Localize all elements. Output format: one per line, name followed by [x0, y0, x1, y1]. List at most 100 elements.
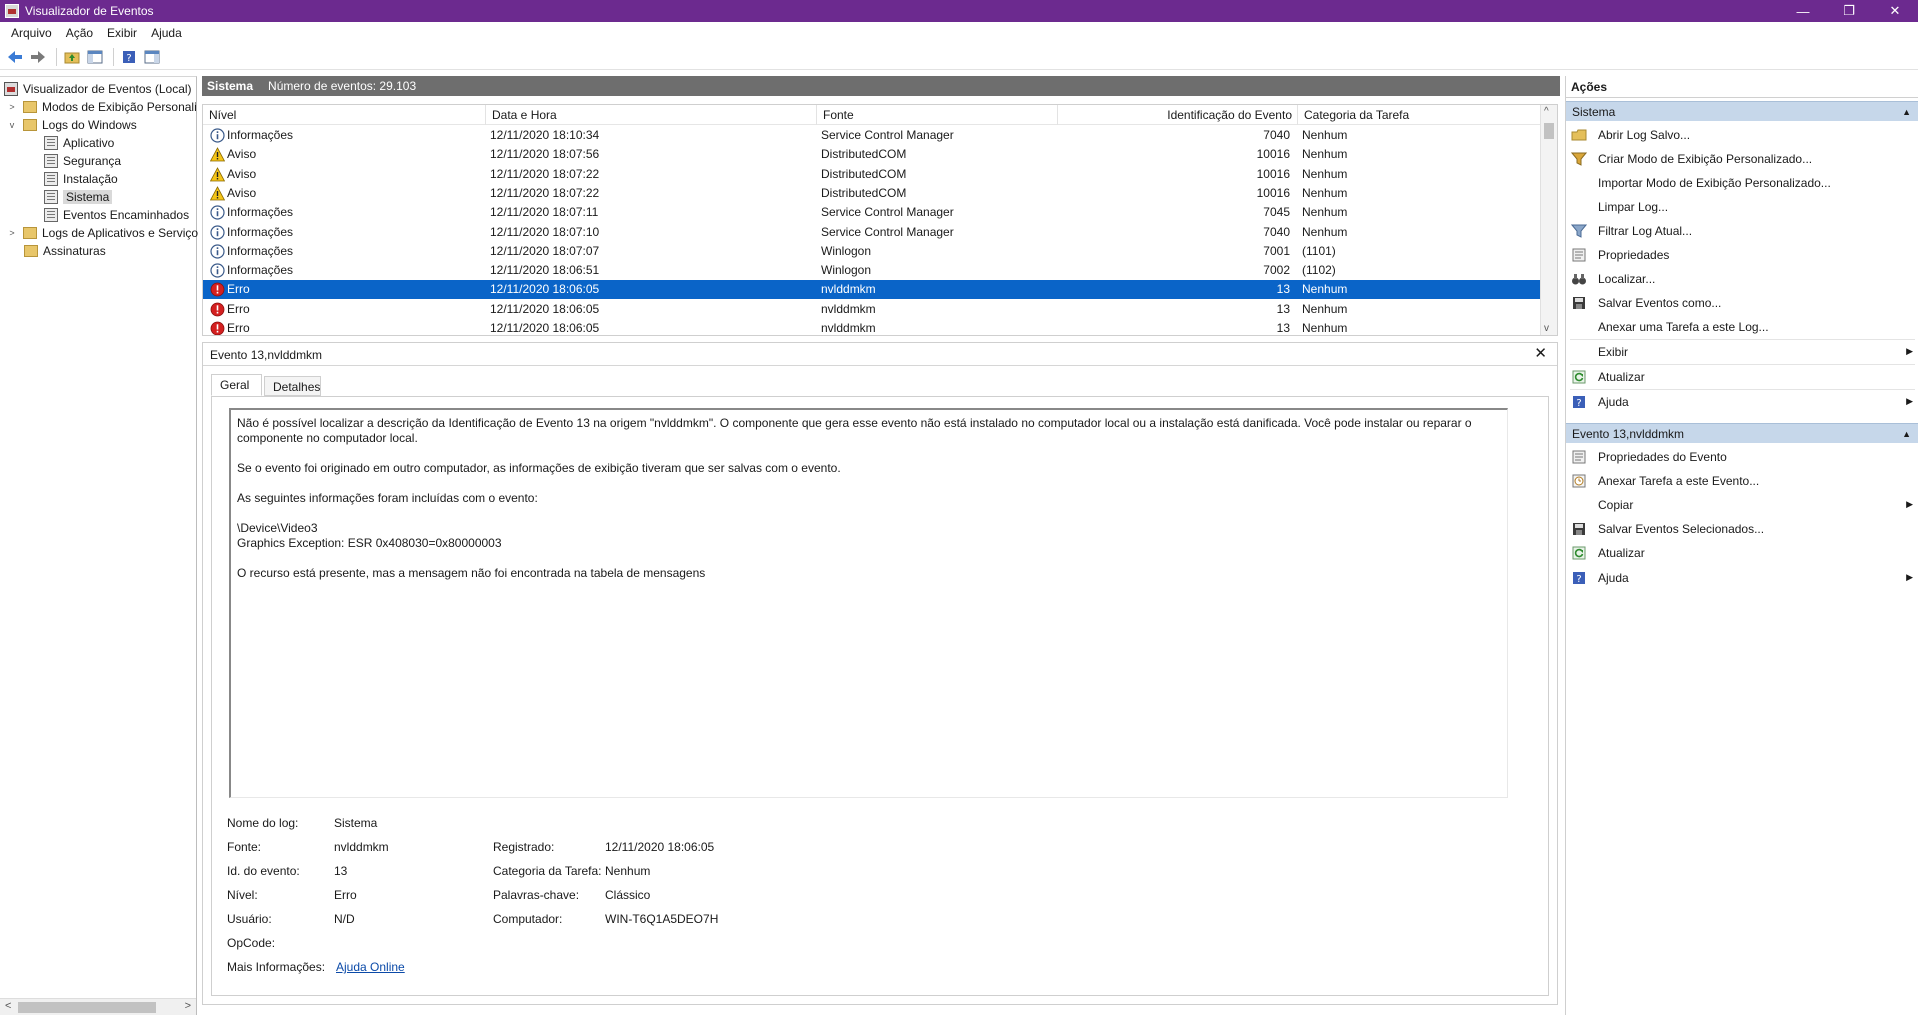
- action-ajuda[interactable]: ? Ajuda ▶: [1566, 392, 1918, 412]
- value-task-category: Nenhum: [605, 864, 651, 878]
- scroll-down-icon[interactable]: v: [1544, 323, 1549, 334]
- cell-categoria: Nenhum: [1302, 282, 1348, 297]
- action-limpar-log[interactable]: Limpar Log...: [1566, 197, 1918, 217]
- chevron-right-icon[interactable]: >: [6, 228, 18, 238]
- maximize-button[interactable]: ❐: [1826, 0, 1872, 22]
- action-abrir-log-salvo[interactable]: Abrir Log Salvo...: [1566, 125, 1918, 145]
- filter-icon: [1571, 224, 1587, 238]
- show-hide-console-tree-button[interactable]: [85, 47, 105, 67]
- table-row[interactable]: Informações 12/11/2020 18:06:51 Winlogon 70…: [203, 261, 1540, 280]
- description-paragraph: Não é possível localizar a descrição da …: [237, 416, 1472, 445]
- tree-item-assinaturas[interactable]: Assinaturas: [24, 242, 106, 260]
- cell-categoria: (1102): [1302, 263, 1336, 278]
- forward-button[interactable]: [28, 47, 48, 67]
- cell-nivel: Aviso: [227, 147, 257, 162]
- close-window-button[interactable]: ✕: [1872, 0, 1918, 22]
- action-salvar-eventos-selecionados[interactable]: Salvar Eventos Selecionados...: [1566, 519, 1918, 539]
- cell-id: 7002: [1263, 263, 1290, 278]
- table-row[interactable]: Informações 12/11/2020 18:07:10 Service Co…: [203, 223, 1540, 242]
- tree-item-instalacao[interactable]: Instalação: [44, 170, 118, 188]
- label-keywords: Palavras-chave:: [493, 888, 580, 902]
- table-row[interactable]: Erro 12/11/2020 18:06:05 nvlddmkm 13 Nenhum: [203, 280, 1540, 300]
- action-anexar-tarefa-log[interactable]: Anexar uma Tarefa a este Log...: [1566, 317, 1918, 337]
- tree-item-sistema[interactable]: Sistema: [44, 188, 113, 206]
- table-row[interactable]: Aviso 12/11/2020 18:07:22 DistributedCOM 10…: [203, 184, 1540, 203]
- refresh-icon: [1572, 370, 1586, 384]
- cell-nivel: Informações: [227, 263, 294, 278]
- show-hide-action-pane-button[interactable]: [142, 47, 162, 67]
- cell-data-hora: 12/11/2020 18:07:07: [490, 243, 600, 258]
- back-button[interactable]: [5, 47, 25, 67]
- find-binoculars-icon: [1572, 274, 1586, 285]
- scroll-up-icon[interactable]: ^: [1544, 106, 1549, 117]
- collapse-up-icon[interactable]: ▲: [1902, 424, 1911, 444]
- action-localizar[interactable]: Localizar...: [1566, 269, 1918, 289]
- tree-item-aplicativo[interactable]: Aplicativo: [44, 134, 114, 152]
- action-criar-modo-exibicao[interactable]: Criar Modo de Exibição Personalizado...: [1566, 149, 1918, 169]
- tree-item-windows-logs[interactable]: v Logs do Windows: [6, 116, 137, 134]
- menu-ajuda[interactable]: Ajuda: [144, 26, 189, 40]
- chevron-right-icon[interactable]: >: [6, 102, 18, 112]
- collapse-up-icon[interactable]: ▲: [1902, 102, 1911, 122]
- cell-data-hora: 12/11/2020 18:10:34: [490, 128, 600, 142]
- chevron-down-icon[interactable]: v: [6, 120, 18, 130]
- up-folder-button[interactable]: [62, 47, 82, 67]
- table-vertical-scrollbar[interactable]: ^ v: [1540, 105, 1557, 335]
- action-atualizar[interactable]: Atualizar: [1566, 367, 1918, 387]
- scroll-left-icon[interactable]: <: [5, 1000, 11, 1012]
- tab-detalhes[interactable]: Detalhes: [264, 376, 321, 396]
- tree-item-apps-services-logs[interactable]: > Logs de Aplicativos e Serviço: [6, 224, 198, 242]
- action-ajuda-evento[interactable]: ? Ajuda ▶: [1566, 568, 1918, 588]
- action-filtrar-log[interactable]: Filtrar Log Atual...: [1566, 221, 1918, 241]
- cell-data-hora: 12/11/2020 18:07:22: [490, 166, 600, 181]
- tab-geral[interactable]: Geral: [211, 374, 262, 396]
- menu-acao[interactable]: Ação: [59, 26, 100, 40]
- help-button[interactable]: ?: [119, 47, 139, 67]
- table-row[interactable]: Informações 12/11/2020 18:07:07 Winlogon 70…: [203, 242, 1540, 261]
- tree-item-eventos-encaminhados[interactable]: Eventos Encaminhados: [44, 206, 189, 224]
- tree-item-custom-views[interactable]: > Modos de Exibição Personali: [6, 98, 196, 116]
- action-salvar-eventos-como[interactable]: Salvar Eventos como...: [1566, 293, 1918, 313]
- cell-categoria: Nenhum: [1302, 128, 1348, 142]
- forward-arrow-icon: [31, 50, 45, 63]
- menu-arquivo[interactable]: Arquivo: [4, 26, 59, 40]
- scrollbar-thumb[interactable]: [18, 1002, 156, 1013]
- tree-item-seguranca[interactable]: Segurança: [44, 152, 121, 170]
- help-icon: ?: [123, 50, 135, 64]
- scroll-right-icon[interactable]: >: [185, 1000, 191, 1012]
- action-propriedades[interactable]: Propriedades: [1566, 245, 1918, 265]
- information-icon: [210, 205, 225, 220]
- column-header-id[interactable]: Identificação do Evento: [1058, 105, 1298, 125]
- actions-section-evento[interactable]: Evento 13,nvlddmkm ▲: [1566, 423, 1918, 443]
- cell-fonte: DistributedCOM: [821, 147, 907, 162]
- table-row[interactable]: Erro 12/11/2020 18:06:05 nvlddmkm 13 Nenhum: [203, 319, 1540, 335]
- error-icon: [210, 302, 225, 317]
- table-row[interactable]: Aviso 12/11/2020 18:07:56 DistributedCOM 10…: [203, 145, 1540, 164]
- action-copiar[interactable]: Copiar ▶: [1566, 495, 1918, 515]
- close-detail-button[interactable]: ✕: [1534, 344, 1547, 362]
- online-help-link[interactable]: Ajuda Online: [336, 960, 405, 974]
- table-row[interactable]: Informações 12/11/2020 18:07:11 Service Co…: [203, 203, 1540, 222]
- label-computer: Computador:: [493, 912, 563, 926]
- tree-item-root[interactable]: Visualizador de Eventos (Local): [4, 80, 192, 98]
- column-header-data-hora[interactable]: Data e Hora: [486, 105, 817, 125]
- action-atualizar-evento[interactable]: Atualizar: [1566, 543, 1918, 563]
- column-header-fonte[interactable]: Fonte: [817, 105, 1058, 125]
- menu-exibir[interactable]: Exibir: [100, 26, 144, 40]
- minimize-button[interactable]: —: [1780, 0, 1826, 22]
- description-line: O recurso está presente, mas a mensagem …: [237, 566, 706, 580]
- action-exibir[interactable]: Exibir ▶: [1566, 342, 1918, 362]
- table-row[interactable]: Informações 12/11/2020 18:10:34 Service Co…: [203, 126, 1540, 145]
- action-propriedades-evento[interactable]: Propriedades do Evento: [1566, 447, 1918, 467]
- column-header-categoria[interactable]: Categoria da Tarefa: [1298, 105, 1540, 125]
- submenu-arrow-icon: ▶: [1906, 572, 1913, 582]
- scrollbar-thumb[interactable]: [1544, 123, 1554, 139]
- table-row[interactable]: Erro 12/11/2020 18:06:05 nvlddmkm 13 Nenhum: [203, 300, 1540, 319]
- table-row[interactable]: Aviso 12/11/2020 18:07:22 DistributedCOM 10…: [203, 165, 1540, 184]
- action-importar-modo-exibicao[interactable]: Importar Modo de Exibição Personalizado.…: [1566, 173, 1918, 193]
- action-anexar-tarefa-evento[interactable]: Anexar Tarefa a este Evento...: [1566, 471, 1918, 491]
- tree-horizontal-scrollbar[interactable]: < >: [0, 998, 196, 1015]
- actions-section-sistema[interactable]: Sistema ▲: [1566, 101, 1918, 121]
- column-header-nivel[interactable]: Nível: [203, 105, 486, 125]
- information-icon: [210, 224, 225, 240]
